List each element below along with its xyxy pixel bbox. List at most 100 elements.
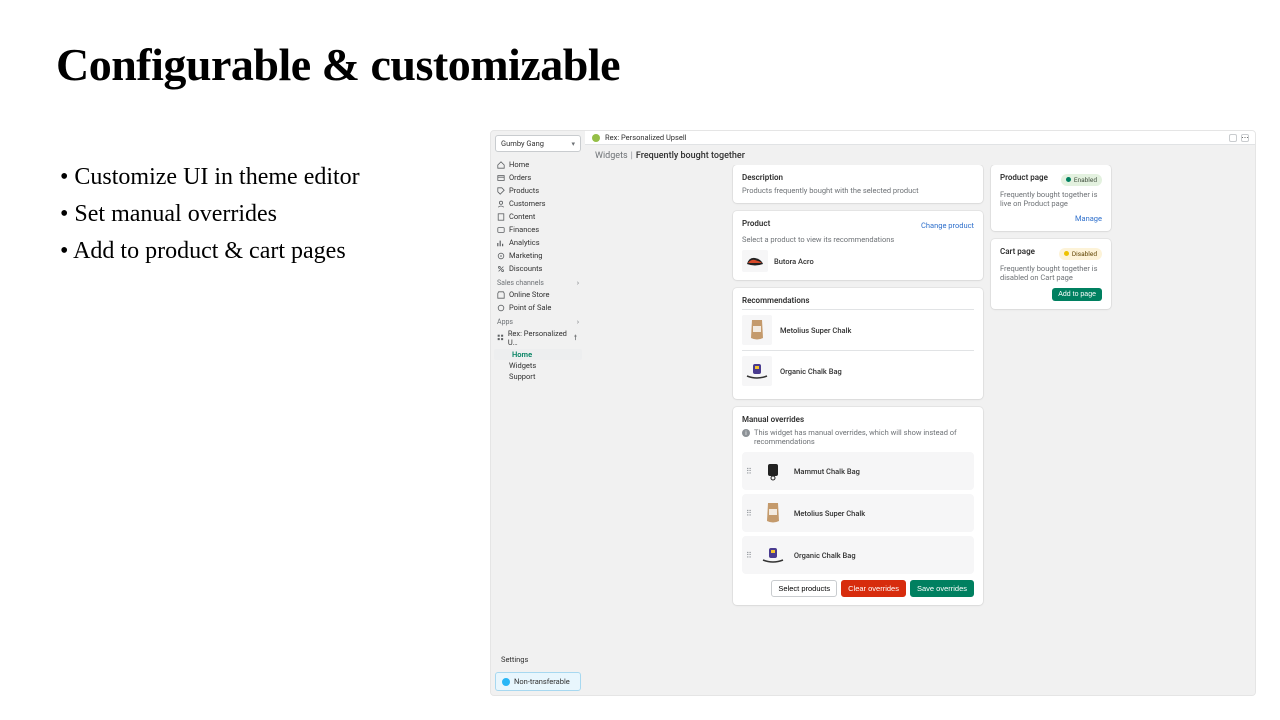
nav-pos[interactable]: Point of Sale [491, 301, 585, 314]
nav-app-support[interactable]: Support [491, 371, 585, 382]
nav-app-home[interactable]: Home [494, 349, 582, 360]
product-page-title: Product page [1000, 173, 1048, 182]
product-name: Mammut Chalk Bag [794, 467, 860, 476]
chevron-right-icon[interactable]: › [577, 318, 579, 326]
overrides-card: Manual overrides i This widget has manua… [733, 407, 983, 605]
product-name: Metolius Super Chalk [780, 326, 851, 335]
overrides-info: i This widget has manual overrides, whic… [742, 428, 974, 446]
product-thumbnail [742, 315, 772, 345]
breadcrumb: Widgets|Frequently bought together [585, 145, 1255, 165]
nav-analytics[interactable]: Analytics [491, 236, 585, 249]
product-title: Product [742, 219, 770, 228]
analytics-icon [497, 239, 505, 247]
nav-discounts[interactable]: Discounts [491, 262, 585, 275]
cart-page-text: Frequently bought together is disabled o… [1000, 264, 1102, 282]
products-icon [497, 187, 505, 195]
recommendation-row: Organic Chalk Bag [742, 350, 974, 391]
product-thumbnail [758, 456, 788, 486]
product-hint: Select a product to view its recommendat… [742, 235, 974, 244]
selected-product-row[interactable]: Butora Acro [742, 250, 974, 272]
drag-handle-icon[interactable]: ⠿ [746, 467, 752, 476]
primary-nav: Home Orders Products Customers Content F… [491, 156, 585, 275]
recommendations-title: Recommendations [742, 296, 974, 305]
topbar: Rex: Personalized Upsell ⋯ [585, 131, 1255, 145]
nav-finances[interactable]: Finances [491, 223, 585, 236]
product-name: Metolius Super Chalk [794, 509, 865, 518]
main-column: Description Products frequently bought w… [733, 165, 983, 685]
description-text: Products frequently bought with the sele… [742, 186, 974, 195]
apps-header: Apps› [491, 314, 585, 327]
clear-overrides-button[interactable]: Clear overrides [841, 580, 906, 597]
select-products-button[interactable]: Select products [771, 580, 837, 597]
hero-bullets: Customize UI in theme editor Set manual … [60, 160, 360, 270]
nav-orders[interactable]: Orders [491, 171, 585, 184]
orders-icon [497, 174, 505, 182]
nav-app-rex[interactable]: Rex: Personalized U… [491, 327, 585, 349]
app-logo-icon [591, 133, 601, 143]
breadcrumb-current: Frequently bought together [636, 151, 745, 161]
product-card: Product Change product Select a product … [733, 211, 983, 280]
nav-app-widgets[interactable]: Widgets [491, 360, 585, 371]
marketing-icon [497, 252, 505, 260]
description-title: Description [742, 173, 974, 182]
more-button[interactable]: ⋯ [1241, 134, 1249, 142]
side-column: Product page Enabled Frequently bought t… [991, 165, 1111, 685]
nav-customers[interactable]: Customers [491, 197, 585, 210]
cart-page-title: Cart page [1000, 247, 1035, 256]
product-page-text: Frequently bought together is live on Pr… [1000, 190, 1102, 208]
hero-bullet: Set manual overrides [60, 197, 360, 232]
save-overrides-button[interactable]: Save overrides [910, 580, 974, 597]
override-item[interactable]: ⠿ Metolius Super Chalk [742, 494, 974, 532]
hero-bullet: Add to product & cart pages [60, 234, 360, 269]
info-icon [502, 678, 510, 686]
discounts-icon [497, 265, 505, 273]
product-name: Organic Chalk Bag [794, 551, 856, 560]
sales-channels-header: Sales channels› [491, 275, 585, 288]
finances-icon [497, 226, 505, 234]
product-thumbnail [758, 540, 788, 570]
non-transferable-pill[interactable]: Non-transferable [495, 672, 581, 691]
nav-home[interactable]: Home [491, 158, 585, 171]
app-name-label: Rex: Personalized Upsell [605, 133, 687, 142]
change-product-link[interactable]: Change product [921, 221, 974, 230]
app-shell: Gumby Gang ▾ Home Orders Products Custom… [490, 130, 1256, 696]
pos-icon [497, 304, 505, 312]
breadcrumb-widgets[interactable]: Widgets [595, 151, 628, 161]
drag-handle-icon[interactable]: ⠿ [746, 509, 752, 518]
chevron-right-icon[interactable]: › [577, 279, 579, 287]
nav-marketing[interactable]: Marketing [491, 249, 585, 262]
recommendations-card: Recommendations Metolius Super Chalk Org… [733, 288, 983, 399]
store-name: Gumby Gang [501, 139, 544, 148]
app-icon [497, 334, 504, 342]
description-card: Description Products frequently bought w… [733, 165, 983, 203]
drag-handle-icon[interactable]: ⠿ [746, 551, 752, 560]
overrides-title: Manual overrides [742, 415, 974, 424]
customers-icon [497, 200, 505, 208]
sidebar: Gumby Gang ▾ Home Orders Products Custom… [491, 131, 585, 695]
store-selector[interactable]: Gumby Gang ▾ [495, 135, 581, 152]
manage-link[interactable]: Manage [1075, 214, 1102, 223]
product-thumbnail [742, 356, 772, 386]
nav-content[interactable]: Content [491, 210, 585, 223]
enabled-badge: Enabled [1061, 174, 1102, 186]
hero-bullet: Customize UI in theme editor [60, 160, 360, 195]
recommendation-row: Metolius Super Chalk [742, 309, 974, 350]
home-icon [497, 161, 505, 169]
content-icon [497, 213, 505, 221]
product-name: Butora Acro [774, 257, 814, 266]
content: Description Products frequently bought w… [585, 165, 1255, 695]
override-item[interactable]: ⠿ Mammut Chalk Bag [742, 452, 974, 490]
product-name: Organic Chalk Bag [780, 367, 842, 376]
main-area: Rex: Personalized Upsell ⋯ Widgets|Frequ… [585, 131, 1255, 695]
product-thumbnail [742, 250, 768, 272]
pin-button[interactable] [1229, 134, 1237, 142]
pin-icon[interactable] [572, 334, 579, 342]
nav-settings[interactable]: Settings [491, 651, 585, 668]
nav-online-store[interactable]: Online Store [491, 288, 585, 301]
override-item[interactable]: ⠿ Organic Chalk Bag [742, 536, 974, 574]
store-icon [497, 291, 505, 299]
add-to-page-button[interactable]: Add to page [1052, 288, 1102, 301]
nav-products[interactable]: Products [491, 184, 585, 197]
product-page-card: Product page Enabled Frequently bought t… [991, 165, 1111, 231]
info-icon: i [742, 429, 750, 437]
